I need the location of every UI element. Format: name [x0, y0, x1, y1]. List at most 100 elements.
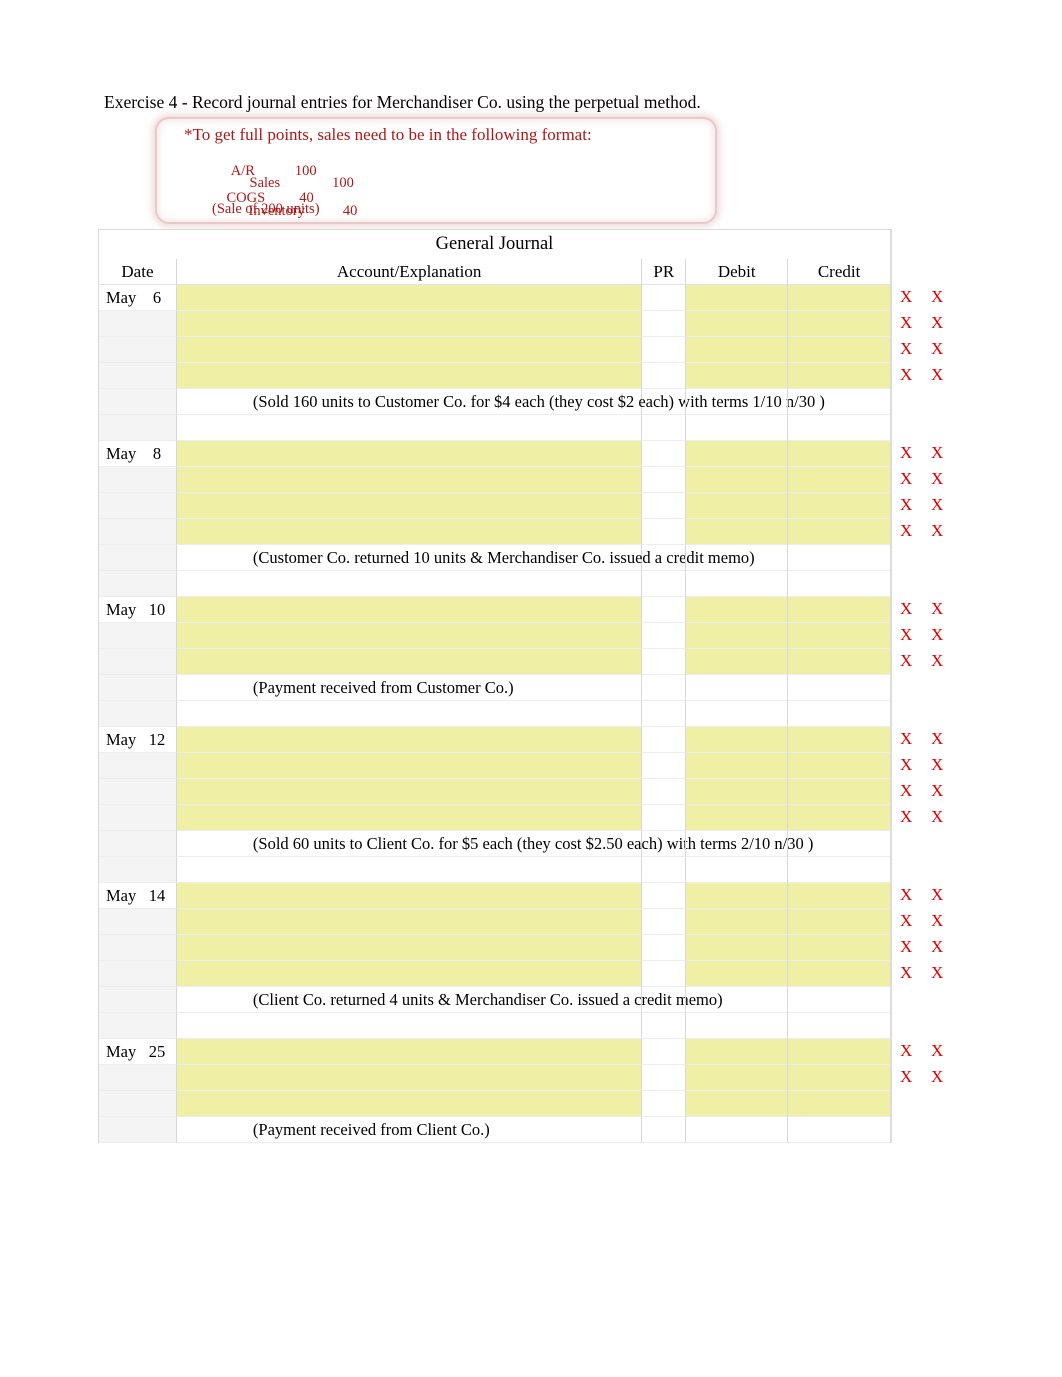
account-input-cell[interactable]: [176, 1065, 643, 1091]
pr-input-cell[interactable]: [642, 883, 687, 909]
credit-input-cell[interactable]: [788, 337, 891, 363]
account-input-cell[interactable]: [176, 935, 643, 961]
credit-input-cell[interactable]: [788, 285, 891, 311]
debit-input-cell[interactable]: [686, 909, 789, 935]
spacer-cell: [686, 415, 789, 441]
debit-input-cell[interactable]: [686, 311, 789, 337]
account-input-cell[interactable]: [176, 623, 643, 649]
account-input-cell[interactable]: [176, 909, 643, 935]
account-input-cell[interactable]: [176, 883, 643, 909]
pr-cell: [642, 675, 687, 701]
credit-input-cell[interactable]: [788, 649, 891, 675]
account-input-cell[interactable]: [176, 753, 643, 779]
credit-input-cell[interactable]: [788, 1039, 891, 1065]
pr-input-cell[interactable]: [642, 623, 687, 649]
credit-input-cell[interactable]: [788, 363, 891, 389]
pr-input-cell[interactable]: [642, 805, 687, 831]
debit-input-cell[interactable]: [686, 285, 789, 311]
credit-input-cell[interactable]: [788, 727, 891, 753]
credit-cell: [788, 987, 891, 1013]
account-input-cell[interactable]: [176, 1039, 643, 1065]
table-row: [99, 519, 891, 545]
account-input-cell[interactable]: [176, 649, 643, 675]
credit-input-cell[interactable]: [788, 1091, 891, 1117]
debit-input-cell[interactable]: [686, 467, 789, 493]
pr-input-cell[interactable]: [642, 961, 687, 987]
debit-cell: [686, 987, 789, 1013]
missing-value-mark: X: [900, 781, 913, 800]
debit-input-cell[interactable]: [686, 649, 789, 675]
account-input-cell[interactable]: [176, 805, 643, 831]
account-input-cell[interactable]: [176, 493, 643, 519]
credit-input-cell[interactable]: [788, 1065, 891, 1091]
credit-input-cell[interactable]: [788, 519, 891, 545]
debit-input-cell[interactable]: [686, 363, 789, 389]
debit-input-cell[interactable]: [686, 753, 789, 779]
pr-input-cell[interactable]: [642, 311, 687, 337]
pr-input-cell[interactable]: [642, 1091, 687, 1117]
debit-input-cell[interactable]: [686, 779, 789, 805]
pr-input-cell[interactable]: [642, 935, 687, 961]
credit-input-cell[interactable]: [788, 935, 891, 961]
spacer-cell: [788, 701, 891, 727]
account-input-cell[interactable]: [176, 779, 643, 805]
pr-input-cell[interactable]: [642, 285, 687, 311]
credit-input-cell[interactable]: [788, 753, 891, 779]
account-input-cell[interactable]: [176, 597, 643, 623]
account-input-cell[interactable]: [176, 1091, 643, 1117]
date-filler-cell: [99, 935, 177, 961]
pr-input-cell[interactable]: [642, 337, 687, 363]
pr-input-cell[interactable]: [642, 493, 687, 519]
credit-input-cell[interactable]: [788, 441, 891, 467]
pr-input-cell[interactable]: [642, 753, 687, 779]
general-journal-table: General Journal Date Account/Explanation P…: [98, 229, 892, 1143]
debit-input-cell[interactable]: [686, 1065, 789, 1091]
credit-input-cell[interactable]: [788, 623, 891, 649]
credit-input-cell[interactable]: [788, 909, 891, 935]
account-input-cell[interactable]: [176, 727, 643, 753]
spacer-cell: [642, 701, 687, 727]
pr-input-cell[interactable]: [642, 467, 687, 493]
debit-input-cell[interactable]: [686, 961, 789, 987]
credit-input-cell[interactable]: [788, 805, 891, 831]
credit-input-cell[interactable]: [788, 883, 891, 909]
credit-input-cell[interactable]: [788, 597, 891, 623]
debit-input-cell[interactable]: [686, 727, 789, 753]
pr-input-cell[interactable]: [642, 441, 687, 467]
credit-input-cell[interactable]: [788, 961, 891, 987]
debit-input-cell[interactable]: [686, 883, 789, 909]
debit-input-cell[interactable]: [686, 805, 789, 831]
debit-input-cell[interactable]: [686, 623, 789, 649]
missing-value-mark: X: [931, 755, 944, 774]
debit-input-cell[interactable]: [686, 337, 789, 363]
pr-input-cell[interactable]: [642, 363, 687, 389]
pr-input-cell[interactable]: [642, 519, 687, 545]
pr-input-cell[interactable]: [642, 727, 687, 753]
account-input-cell[interactable]: [176, 519, 643, 545]
credit-input-cell[interactable]: [788, 493, 891, 519]
credit-input-cell[interactable]: [788, 467, 891, 493]
account-input-cell[interactable]: [176, 441, 643, 467]
pr-input-cell[interactable]: [642, 597, 687, 623]
pr-input-cell[interactable]: [642, 779, 687, 805]
debit-input-cell[interactable]: [686, 1039, 789, 1065]
explanation-cell: (Client Co. returned 4 units & Merchandi…: [176, 987, 723, 1013]
debit-input-cell[interactable]: [686, 519, 789, 545]
account-input-cell[interactable]: [176, 285, 643, 311]
credit-input-cell[interactable]: [788, 779, 891, 805]
debit-input-cell[interactable]: [686, 935, 789, 961]
pr-input-cell[interactable]: [642, 1065, 687, 1091]
account-input-cell[interactable]: [176, 961, 643, 987]
debit-input-cell[interactable]: [686, 597, 789, 623]
pr-input-cell[interactable]: [642, 649, 687, 675]
account-input-cell[interactable]: [176, 311, 643, 337]
debit-input-cell[interactable]: [686, 441, 789, 467]
debit-input-cell[interactable]: [686, 1091, 789, 1117]
account-input-cell[interactable]: [176, 337, 643, 363]
account-input-cell[interactable]: [176, 467, 643, 493]
credit-input-cell[interactable]: [788, 311, 891, 337]
debit-input-cell[interactable]: [686, 493, 789, 519]
account-input-cell[interactable]: [176, 363, 643, 389]
pr-input-cell[interactable]: [642, 909, 687, 935]
pr-input-cell[interactable]: [642, 1039, 687, 1065]
